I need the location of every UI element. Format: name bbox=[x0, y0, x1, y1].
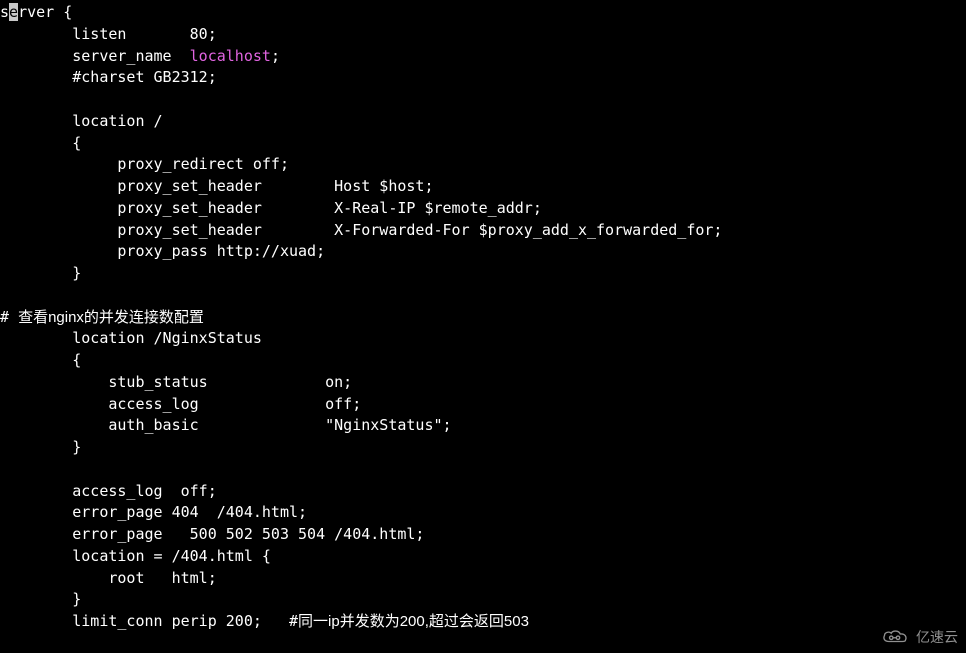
cloud-icon bbox=[880, 628, 910, 646]
line-3: server_name localhost; bbox=[0, 47, 280, 65]
line-10: proxy_set_header X-Real-IP $remote_addr; bbox=[0, 199, 542, 217]
line-13: } bbox=[0, 264, 81, 282]
line-9: proxy_set_header Host $host; bbox=[0, 177, 433, 195]
line-19: access_log off; bbox=[0, 395, 361, 413]
watermark: 亿速云 bbox=[880, 627, 958, 647]
line-29: limit_conn perip 200; #同一ip并发数为200,超过会返回… bbox=[0, 612, 529, 630]
line-16: location /NginxStatus bbox=[0, 329, 262, 347]
line-2: listen 80; bbox=[0, 25, 217, 43]
line-8: proxy_redirect off; bbox=[0, 155, 289, 173]
line-28: } bbox=[0, 590, 81, 608]
cursor: e bbox=[9, 3, 18, 21]
line-12: proxy_pass http://xuad; bbox=[0, 242, 325, 260]
line-17: { bbox=[0, 351, 81, 369]
line-25: error_page 500 502 503 504 /404.html; bbox=[0, 525, 424, 543]
line-6: location / bbox=[0, 112, 163, 130]
line-11: proxy_set_header X-Forwarded-For $proxy_… bbox=[0, 221, 722, 239]
chinese-comment-2: 同一ip并发数为200,超过会返回503 bbox=[298, 613, 529, 630]
line-18: stub_status on; bbox=[0, 373, 352, 391]
watermark-text: 亿速云 bbox=[916, 627, 958, 647]
line-4: #charset GB2312; bbox=[0, 68, 217, 86]
code-editor[interactable]: server { listen 80; server_name localhos… bbox=[0, 0, 966, 653]
localhost-keyword: localhost bbox=[190, 47, 271, 65]
line-1: server { bbox=[0, 3, 72, 21]
line-27: root html; bbox=[0, 569, 217, 587]
line-7: { bbox=[0, 134, 81, 152]
line-21: } bbox=[0, 438, 81, 456]
chinese-comment-1: 查看nginx的并发连接数配置 bbox=[18, 309, 204, 326]
line-23: access_log off; bbox=[0, 482, 217, 500]
line-15: # 查看nginx的并发连接数配置 bbox=[0, 308, 204, 326]
line-24: error_page 404 /404.html; bbox=[0, 503, 307, 521]
line-20: auth_basic "NginxStatus"; bbox=[0, 416, 452, 434]
line-26: location = /404.html { bbox=[0, 547, 271, 565]
